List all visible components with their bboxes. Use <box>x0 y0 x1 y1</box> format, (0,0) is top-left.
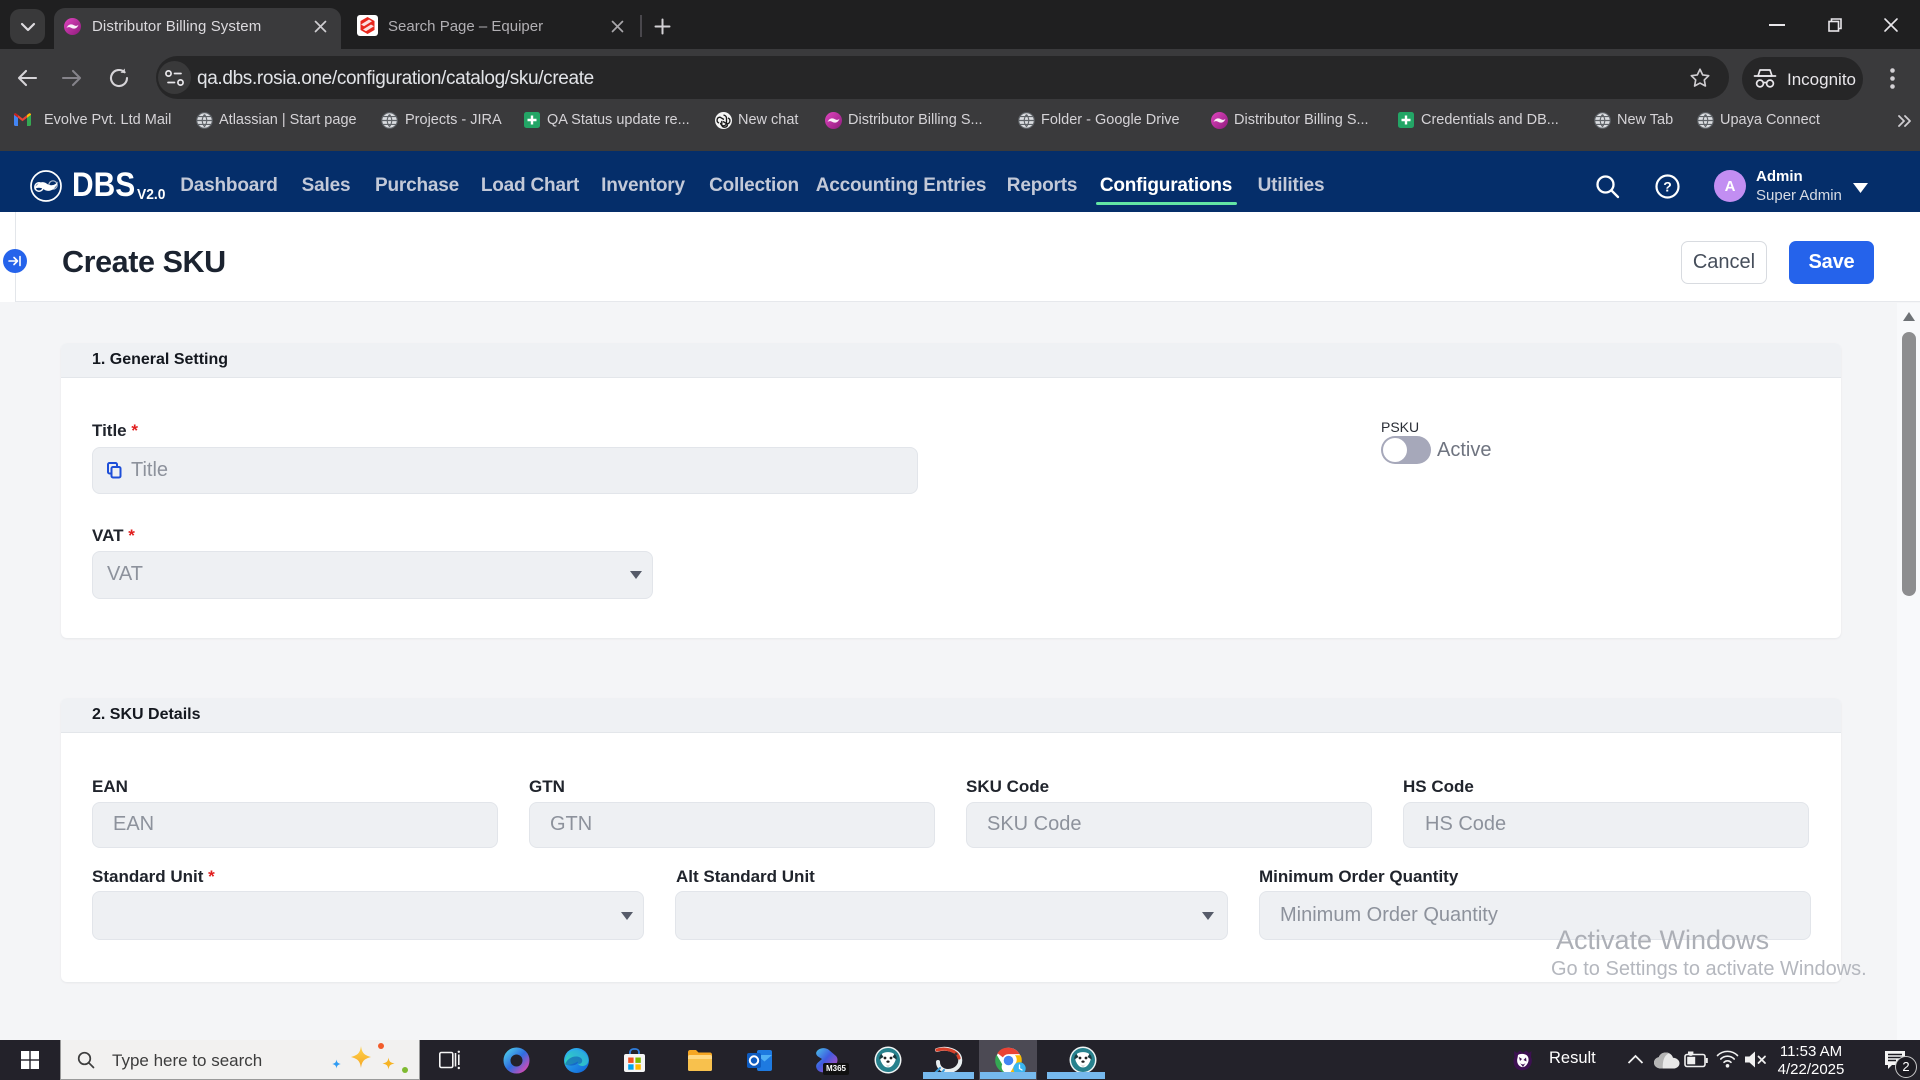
svg-text:?: ? <box>1663 179 1672 195</box>
